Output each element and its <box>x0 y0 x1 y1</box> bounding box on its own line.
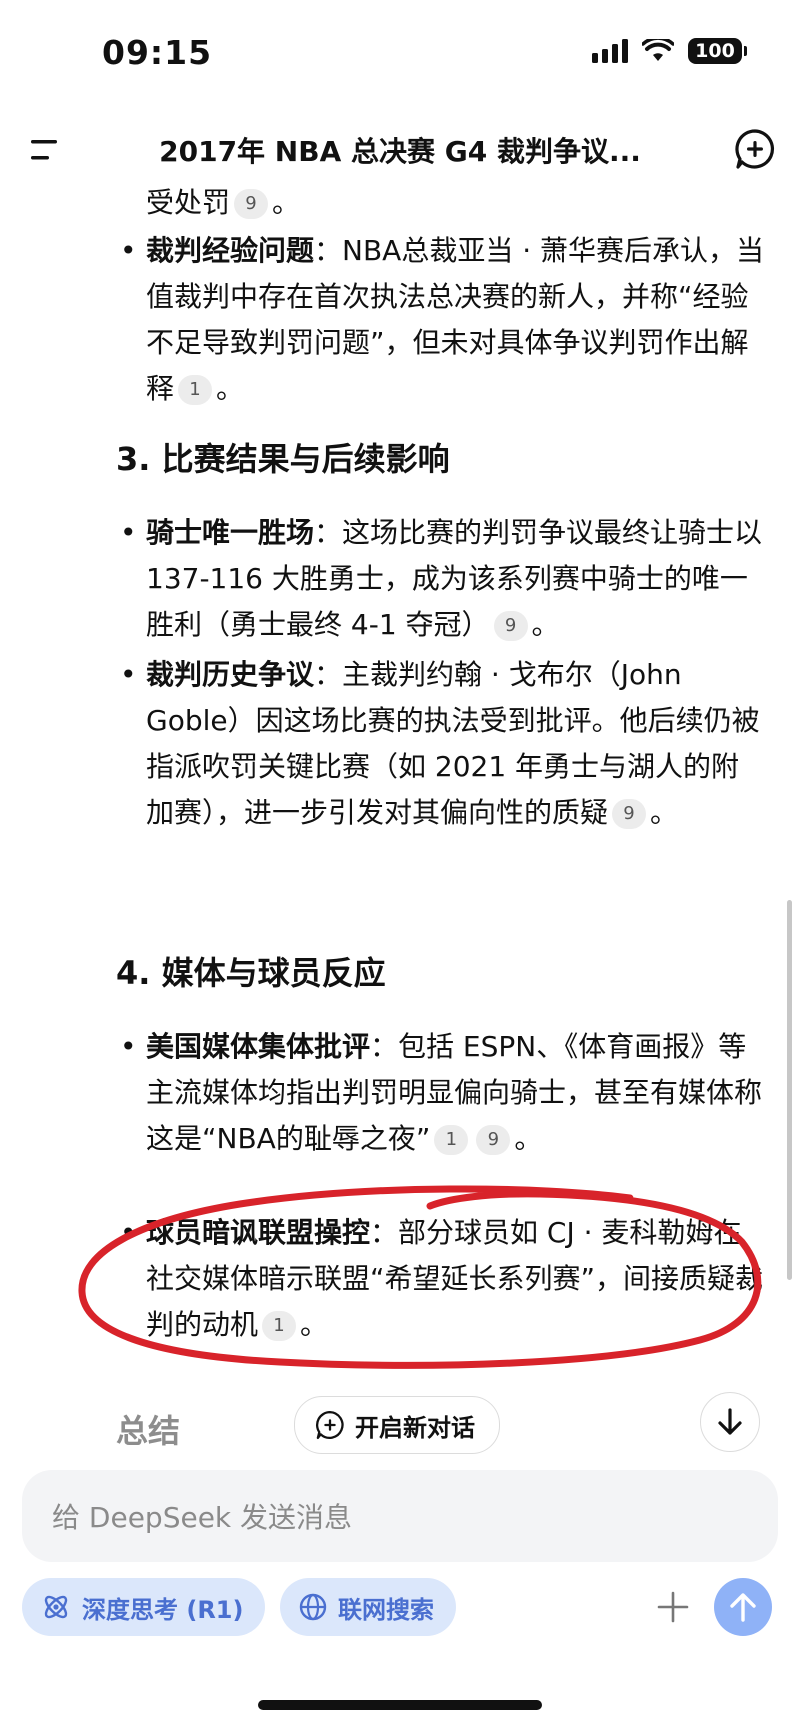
list-item: 裁判历史争议：主裁判约翰 · 戈布尔（John Goble）因这场比赛的执法受到… <box>146 658 760 829</box>
web-search-toggle[interactable]: 联网搜索 <box>280 1578 456 1636</box>
section-heading: 4. 媒体与球员反应 <box>116 954 386 992</box>
menu-icon[interactable] <box>28 136 62 164</box>
status-bar: 09:15 100 <box>0 0 800 100</box>
web-search-label: 联网搜索 <box>338 1595 434 1624</box>
bullet-dot: • <box>120 1216 137 1249</box>
new-chat-icon[interactable] <box>734 128 776 170</box>
message-content: 受处罚 9。 • 裁判经验问题：NBA总裁亚当 · 萧华赛后承认，当值裁判中存在首… <box>0 188 800 1378</box>
battery-level: 100 <box>695 40 735 62</box>
scrollbar[interactable] <box>787 900 792 1280</box>
section-heading: 3. 比赛结果与后续影响 <box>116 440 450 478</box>
bullet-dot: • <box>120 234 137 267</box>
bullet-dot: • <box>120 1030 137 1063</box>
section-heading-summary: 总结 <box>116 1412 181 1450</box>
citation-badge[interactable]: 9 <box>476 1125 511 1155</box>
arrow-down-icon <box>718 1408 742 1435</box>
conversation-title[interactable]: 2017年 NBA 总决赛 G4 裁判争议... <box>110 130 690 170</box>
arrow-up-icon <box>730 1593 756 1622</box>
citation-badge[interactable]: 9 <box>493 611 528 641</box>
citation-badge[interactable]: 1 <box>262 1311 297 1341</box>
chat-header: 2017年 NBA 总决赛 G4 裁判争议... <box>0 110 800 190</box>
status-icons: 100 <box>592 38 747 64</box>
citation-badge[interactable]: 9 <box>234 189 269 219</box>
list-item: 骑士唯一胜场：这场比赛的判罚争议最终让骑士以 137-116 大胜勇士，成为该系… <box>146 516 763 641</box>
citation-badge[interactable]: 1 <box>178 375 213 405</box>
new-chat-button[interactable]: 开启新对话 <box>294 1396 500 1454</box>
battery-icon: 100 <box>688 38 747 64</box>
scroll-to-bottom-button[interactable] <box>700 1392 760 1452</box>
composer-controls: 深度思考 (R1) 联网搜索 <box>0 1578 800 1640</box>
send-button[interactable] <box>714 1578 772 1636</box>
deep-think-label: 深度思考 (R1) <box>82 1595 244 1624</box>
bullet-dot: • <box>120 516 137 549</box>
list-item: 球员暗讽联盟操控：部分球员如 CJ · 麦科勒姆在社交媒体暗示联盟“希望延长系列… <box>146 1216 764 1341</box>
globe-icon <box>299 1593 327 1621</box>
bottom-floating-row: 总结 开启新对话 <box>0 1392 800 1462</box>
new-chat-label: 开启新对话 <box>355 1413 475 1442</box>
message-input-box <box>22 1470 778 1562</box>
message-input[interactable] <box>50 1492 734 1542</box>
signal-icon <box>592 39 628 63</box>
new-chat-icon <box>316 1410 344 1439</box>
list-item: 美国媒体集体批评：包括 ESPN、《体育画报》等主流媒体均指出判罚明显偏向骑士，… <box>146 1030 763 1155</box>
home-indicator <box>258 1700 542 1710</box>
list-item: 裁判经验问题：NBA总裁亚当 · 萧华赛后承认，当值裁判中存在首次执法总决赛的新… <box>146 234 765 405</box>
bullet-dot: • <box>120 658 137 691</box>
attach-button[interactable] <box>648 1582 698 1632</box>
status-time: 09:15 <box>102 33 213 72</box>
plus-icon <box>657 1591 689 1623</box>
deep-think-toggle[interactable]: 深度思考 (R1) <box>22 1578 266 1636</box>
atom-icon <box>44 1595 68 1619</box>
citation-badge[interactable]: 1 <box>434 1125 469 1155</box>
citation-badge[interactable]: 9 <box>612 799 647 829</box>
wifi-icon <box>642 39 674 61</box>
paragraph-fragment: 受处罚 9。 <box>146 188 301 219</box>
